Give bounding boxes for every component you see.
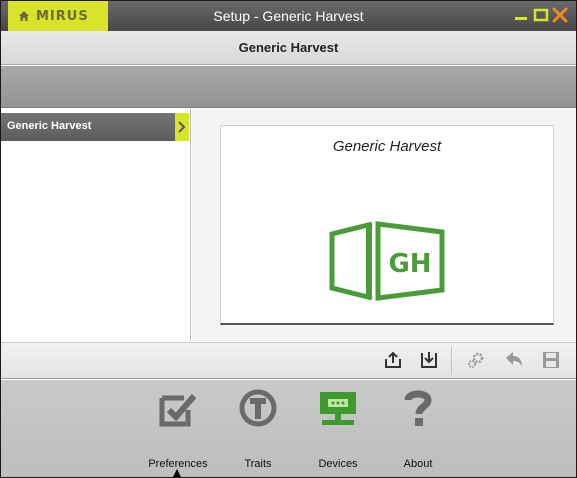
traits-icon: [239, 389, 277, 427]
nav-devices[interactable]: Devices: [303, 386, 373, 472]
bottom-navigation: Preferences Traits Devices About: [1, 380, 576, 477]
minimize-icon[interactable]: [512, 6, 530, 24]
undo-icon[interactable]: [504, 350, 524, 370]
close-icon[interactable]: [551, 6, 569, 24]
devices-icon: [320, 392, 356, 425]
nav-label: About: [403, 458, 433, 470]
generic-harvest-logo-icon: GH: [329, 221, 445, 301]
window-title: Setup - Generic Harvest: [213, 8, 364, 24]
sidebar-item-generic-harvest[interactable]: Generic Harvest: [1, 113, 189, 141]
nav-about[interactable]: About: [383, 386, 453, 472]
preview-title: Generic Harvest: [332, 138, 442, 155]
action-toolbar: [1, 342, 576, 379]
nav-label: Traits: [244, 458, 272, 470]
toolbar-divider: [451, 347, 452, 375]
nav-preferences[interactable]: Preferences: [143, 386, 213, 472]
sidebar: Generic Harvest: [1, 109, 191, 341]
nav-traits[interactable]: Traits: [223, 386, 293, 472]
title-bar: MIRUS Setup - Generic Harvest: [1, 1, 576, 31]
page-title: Generic Harvest: [238, 40, 339, 55]
import-icon[interactable]: [419, 350, 439, 370]
maximize-icon[interactable]: [532, 6, 550, 24]
nav-label: Devices: [318, 458, 358, 470]
sidebar-item-label: Generic Harvest: [7, 120, 92, 132]
gh-logo-text: GH: [388, 249, 431, 279]
app-window: MIRUS Setup - Generic Harvest Generic Ha…: [0, 0, 577, 478]
save-icon[interactable]: [541, 350, 561, 370]
chevron-right-icon: [175, 113, 189, 141]
preview-panel: Generic Harvest GH: [192, 109, 576, 341]
preview-card: Generic Harvest GH: [220, 125, 554, 325]
page-header: Generic Harvest: [1, 31, 576, 65]
preferences-icon: [159, 394, 197, 427]
header-band: [1, 66, 576, 108]
settings-icon[interactable]: [466, 350, 486, 370]
mouse-pointer: [173, 469, 181, 477]
about-icon: [404, 390, 432, 426]
export-icon[interactable]: [383, 350, 403, 370]
